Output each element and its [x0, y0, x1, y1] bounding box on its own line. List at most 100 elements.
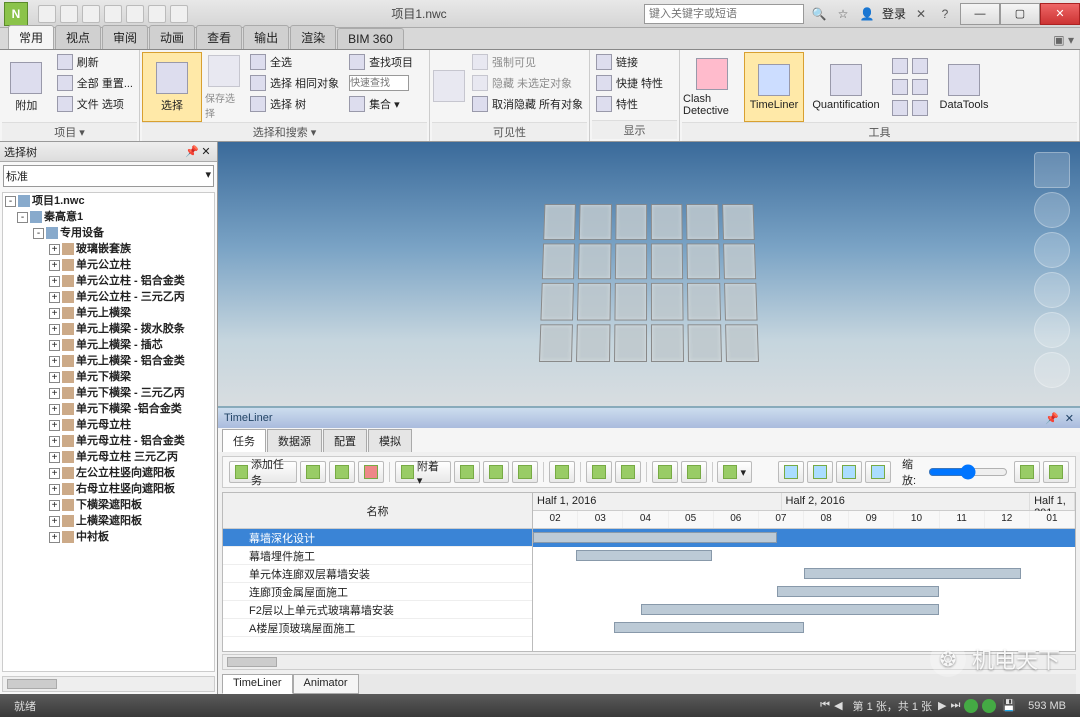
sets-button[interactable]: 集合 ▾ — [345, 94, 417, 114]
login-label[interactable]: 登录 — [882, 5, 906, 22]
ribbon-tab-home[interactable]: 常用 — [8, 25, 54, 49]
qat-save-icon[interactable] — [82, 5, 100, 23]
ribbon-tab-view[interactable]: 查看 — [196, 25, 242, 49]
3d-viewport[interactable] — [218, 142, 1080, 406]
tree-root[interactable]: -项目1.nwc — [3, 193, 214, 209]
tree-combo[interactable]: 标准▾ — [3, 165, 214, 187]
gantt-row[interactable] — [533, 583, 1075, 601]
tree-item[interactable]: +单元下横梁 — [3, 369, 214, 385]
tl-export-2[interactable] — [1043, 461, 1069, 483]
unhide-all-button[interactable]: 取消隐藏 所有对象 — [468, 94, 587, 114]
ribbon-tab-output[interactable]: 输出 — [243, 25, 289, 49]
tree-item[interactable]: +下横梁遮阳板 — [3, 497, 214, 513]
ribbon-tab-render[interactable]: 渲染 — [290, 25, 336, 49]
tl-tab-tasks[interactable]: 任务 — [222, 429, 266, 452]
nav-wheel-icon[interactable] — [1034, 192, 1070, 228]
nav-prev-icon[interactable]: ◀ — [834, 699, 842, 712]
tree-item[interactable]: +单元上横梁 - 插芯 — [3, 337, 214, 353]
select-button[interactable]: 选择 — [142, 52, 202, 122]
gantt-row[interactable] — [533, 601, 1075, 619]
task-row[interactable]: F2层以上单元式玻璃幕墙安装 — [223, 601, 532, 619]
qat-print-icon[interactable] — [104, 5, 122, 23]
tree-close-icon[interactable]: ✕ — [199, 145, 213, 159]
datatools-button[interactable]: DataTools — [934, 52, 994, 122]
qat-open-icon[interactable] — [60, 5, 78, 23]
qat-undo-icon[interactable] — [126, 5, 144, 23]
selection-tree-button[interactable]: 选择 树 — [246, 94, 343, 114]
tool-small-2[interactable] — [888, 77, 932, 97]
ribbon-tab-animation[interactable]: 动画 — [149, 25, 195, 49]
tree-item[interactable]: +单元母立柱 - 铝合金类 — [3, 433, 214, 449]
tl-tab-datasources[interactable]: 数据源 — [267, 429, 322, 452]
links-button[interactable]: 链接 — [592, 52, 667, 72]
task-row[interactable]: 单元体连廊双层幕墙安装 — [223, 565, 532, 583]
tree-pin-icon[interactable]: 📌 — [185, 145, 199, 159]
qat-new-icon[interactable] — [38, 5, 56, 23]
user-icon[interactable]: 👤 — [858, 5, 876, 23]
gantt-row[interactable] — [533, 565, 1075, 583]
tl-btn-1[interactable] — [300, 461, 326, 483]
tl-btn-3[interactable] — [358, 461, 384, 483]
tree-item[interactable]: +单元上横梁 - 铝合金类 — [3, 353, 214, 369]
properties-button[interactable]: 特性 — [592, 94, 667, 114]
qat-select-icon[interactable] — [170, 5, 188, 23]
ribbon-tab-viewpoint[interactable]: 视点 — [55, 25, 101, 49]
tree-item[interactable]: +上横梁遮阳板 — [3, 513, 214, 529]
exchange-icon[interactable]: ☆ — [834, 5, 852, 23]
tl-view-3[interactable] — [836, 461, 862, 483]
btab-timeliner[interactable]: TimeLiner — [222, 674, 293, 694]
tl-btn-9[interactable] — [586, 461, 612, 483]
x-icon[interactable]: ✕ — [912, 5, 930, 23]
nav-next-icon[interactable]: ▶ — [938, 699, 946, 712]
ribbon-collapse-icon[interactable]: ▣ ▾ — [1047, 31, 1080, 49]
ribbon-tab-review[interactable]: 审阅 — [102, 25, 148, 49]
ribbon-tab-bim360[interactable]: BIM 360 — [337, 28, 404, 49]
tl-btn-7[interactable] — [512, 461, 538, 483]
task-row[interactable]: A楼屋顶玻璃屋面施工 — [223, 619, 532, 637]
maximize-button[interactable]: ▢ — [1000, 3, 1040, 25]
tl-tab-config[interactable]: 配置 — [323, 429, 367, 452]
nav-last-icon[interactable]: ⏭ — [950, 699, 960, 712]
task-row[interactable]: 幕墙深化设计 — [223, 529, 532, 547]
add-task-button[interactable]: 添加任务 — [229, 461, 297, 483]
tl-btn-6[interactable] — [483, 461, 509, 483]
hide-unselected-button[interactable]: 隐藏 未选定对象 — [468, 73, 587, 93]
gantt-row[interactable] — [533, 529, 1075, 547]
tool-small-3[interactable] — [888, 98, 932, 118]
selection-tree[interactable]: -项目1.nwc -秦高意1 -专用设备+玻璃嵌套族+单元公立柱+单元公立柱 -… — [2, 192, 215, 672]
save-selection-button[interactable]: 保存选择 — [204, 52, 244, 122]
app-icon[interactable]: N — [4, 2, 28, 26]
tl-btn-cols[interactable]: ▾ — [717, 461, 752, 483]
tree-item[interactable]: +单元上横梁 - 拨水胶条 — [3, 321, 214, 337]
tree-item[interactable]: +单元上横梁 — [3, 305, 214, 321]
tree-item[interactable]: +单元母立柱 — [3, 417, 214, 433]
tl-btn-5[interactable] — [454, 461, 480, 483]
nav-first-icon[interactable]: ⏮ — [820, 699, 830, 712]
tl-btn-12[interactable] — [681, 461, 707, 483]
gantt-chart[interactable] — [533, 529, 1075, 651]
tree-item[interactable]: +单元公立柱 — [3, 257, 214, 273]
zoom-icon[interactable] — [1034, 272, 1070, 308]
pan-icon[interactable] — [1034, 232, 1070, 268]
tl-btn-2[interactable] — [329, 461, 355, 483]
viewcube[interactable] — [1034, 152, 1070, 188]
close-button[interactable]: ✕ — [1040, 3, 1080, 25]
quantification-button[interactable]: Quantification — [806, 52, 886, 122]
require-visible-button[interactable]: 强制可见 — [468, 52, 587, 72]
select-all-button[interactable]: 全选 — [246, 52, 343, 72]
search-input[interactable] — [644, 4, 804, 24]
tl-close-icon[interactable]: ✕ — [1065, 412, 1074, 425]
task-row[interactable]: 连廊顶金属屋面施工 — [223, 583, 532, 601]
find-items-button[interactable]: 查找项目 — [345, 52, 417, 72]
tl-pin-icon[interactable]: 📌 — [1045, 412, 1059, 425]
gantt-row[interactable] — [533, 619, 1075, 637]
reset-all-button[interactable]: 全部 重置... — [53, 73, 137, 93]
task-row[interactable]: 幕墙埋件施工 — [223, 547, 532, 565]
qat-redo-icon[interactable] — [148, 5, 166, 23]
tree-item[interactable]: +右母立柱竖向遮阳板 — [3, 481, 214, 497]
tree-l2[interactable]: -专用设备 — [3, 225, 214, 241]
tool-small-1[interactable] — [888, 56, 932, 76]
quick-find-input[interactable] — [345, 73, 417, 93]
file-options-button[interactable]: 文件 选项 — [53, 94, 137, 114]
tree-item[interactable]: +玻璃嵌套族 — [3, 241, 214, 257]
